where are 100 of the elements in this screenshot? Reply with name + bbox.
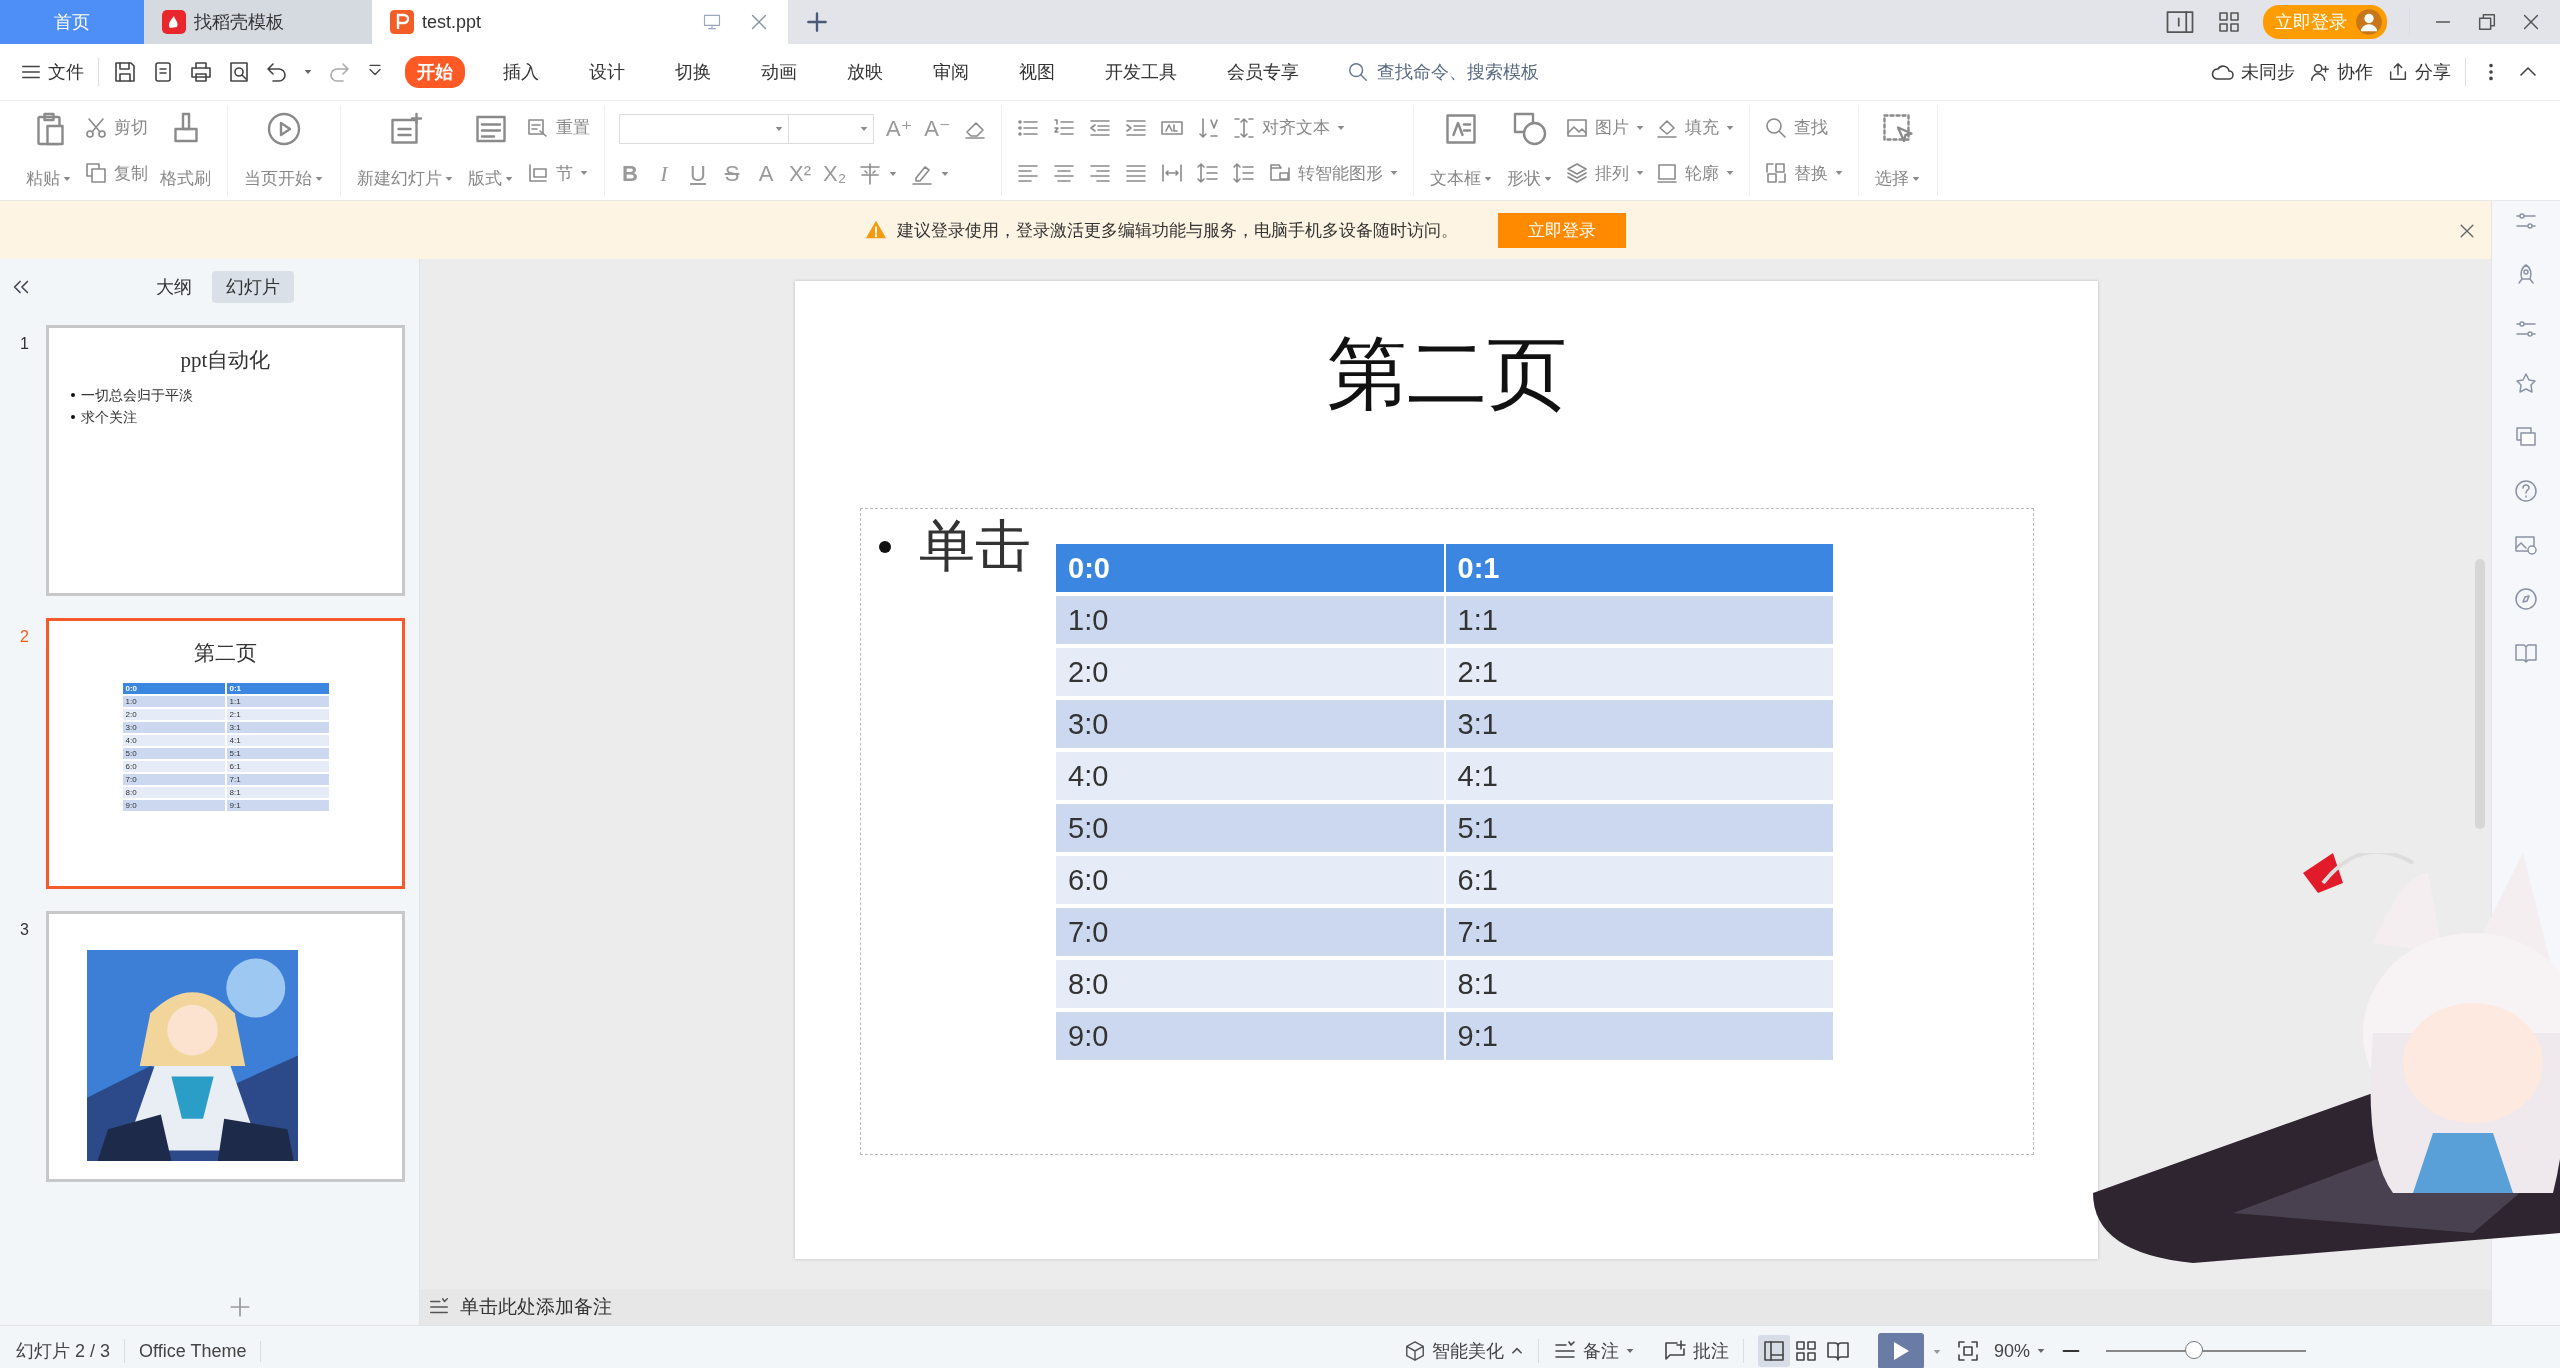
image-gear-icon[interactable] xyxy=(2514,533,2538,557)
slides-icon[interactable] xyxy=(2514,425,2538,449)
fit-screen-icon[interactable] xyxy=(1955,1339,1980,1363)
ribbon-tab[interactable]: 会员专享 xyxy=(1215,56,1311,88)
save-icon[interactable] xyxy=(113,60,137,84)
notes-placeholder: 单击此处添加备注 xyxy=(460,1295,612,1319)
slide-number: 3 xyxy=(20,920,30,939)
outline-button[interactable]: 轮廓 xyxy=(1654,161,1735,186)
reset-button[interactable]: 重置 xyxy=(526,115,590,140)
share-button[interactable]: 分享 xyxy=(2387,60,2451,84)
layout-button[interactable]: 版式 xyxy=(466,105,516,196)
theme-name: Office Theme xyxy=(125,1340,262,1362)
help-icon[interactable] xyxy=(2514,479,2538,503)
ribbon-tab[interactable]: 开始 xyxy=(405,56,465,88)
superscript-button[interactable]: X² xyxy=(789,161,811,188)
align-text-button[interactable]: 对齐文本 xyxy=(1231,115,1346,140)
notes-bar[interactable]: 单击此处添加备注 xyxy=(420,1289,2491,1325)
window-restore-icon[interactable] xyxy=(2476,11,2498,33)
command-search-field[interactable]: 查找命令、搜索模板 xyxy=(1347,60,1579,84)
plus-icon[interactable] xyxy=(804,9,830,35)
search-icon xyxy=(1763,115,1788,140)
comments-button[interactable]: 批注 xyxy=(1648,1339,1744,1363)
section-button[interactable]: 节 xyxy=(526,161,590,186)
sync-button[interactable]: 未同步 xyxy=(2211,60,2295,84)
grid-view-icon xyxy=(1793,1339,1818,1363)
thumbnail-table-cell: 2:0 xyxy=(122,709,225,720)
document-tab[interactable]: 首页 xyxy=(0,0,144,44)
paste-button[interactable]: 粘贴 xyxy=(24,105,74,196)
zoom-level[interactable]: 90% xyxy=(1979,1340,2060,1362)
file-menu[interactable]: 文件 xyxy=(20,60,84,84)
bold-button[interactable]: B xyxy=(619,161,641,188)
underline-button[interactable]: U xyxy=(687,161,709,188)
find-button[interactable]: 查找 xyxy=(1763,115,1844,140)
ribbon-tab[interactable]: 切换 xyxy=(663,56,723,88)
text-box-button[interactable]: 文本框 xyxy=(1427,105,1495,196)
document-tab[interactable]: 找稻壳模板 xyxy=(144,0,372,44)
panel-tab[interactable]: 大纲 xyxy=(142,271,206,303)
line-spacing-icon xyxy=(1195,161,1220,186)
login-button[interactable]: 立即登录 xyxy=(1498,212,1626,248)
print-icon[interactable] xyxy=(189,60,213,84)
thumbnail-table-cell: 8:1 xyxy=(226,787,329,798)
shrink-font-button[interactable]: A⁻ xyxy=(924,115,951,142)
ribbon-tab[interactable]: 视图 xyxy=(1007,56,1067,88)
phonetic-button[interactable] xyxy=(858,162,899,187)
beautify-button[interactable]: 智能美化 xyxy=(1389,1339,1539,1363)
new-slide-button[interactable]: 新建幻灯片 xyxy=(355,105,456,196)
undo-icon[interactable] xyxy=(265,60,289,84)
preview-icon[interactable] xyxy=(227,60,251,84)
thumbnail-bullet: 一切总会归于平淡 xyxy=(81,386,193,405)
normal-view-icon xyxy=(1761,1339,1786,1363)
play-button[interactable] xyxy=(1877,1333,1924,1368)
select-button[interactable]: 选择 xyxy=(1872,105,1923,196)
line-spacing-button[interactable] xyxy=(1231,161,1256,186)
line-spacing-button[interactable] xyxy=(1195,161,1220,186)
star-icon[interactable] xyxy=(2514,371,2538,395)
font-color-button[interactable]: A xyxy=(755,161,777,188)
smart-graphic-button[interactable]: 转智能图形 xyxy=(1267,161,1399,186)
strikethrough-button[interactable]: S xyxy=(721,161,743,188)
arrange-button[interactable]: 排列 xyxy=(1564,161,1645,186)
slide-thumbnail[interactable]: 第二页 0:0 0:1 1:0 1:1 2:0 2:1 3:0 3:1 4:0 4:1 5:0 5:1 6:0 6:1 7:0 7:1 8:0 8:1 9:0 9:1 xyxy=(46,618,405,889)
format-painter-button[interactable]: 格式刷 xyxy=(158,105,213,196)
presentation-file-icon xyxy=(390,10,414,34)
shapes-icon xyxy=(1511,111,1548,147)
slide-thumbnail[interactable]: ppt自动化 一切总会归于平淡 求个关注 xyxy=(46,325,405,596)
comment-plus-icon xyxy=(1662,1339,1687,1363)
picture-tool-button[interactable]: 图片 xyxy=(1564,115,1645,140)
subscript-button[interactable]: X₂ xyxy=(823,161,847,188)
fill-button[interactable]: 填充 xyxy=(1654,115,1735,140)
italic-button[interactable]: I xyxy=(653,161,675,188)
slide-title: 第二页 xyxy=(1325,329,1568,420)
replace-button[interactable]: 替换 xyxy=(1763,161,1844,186)
ribbon-tab[interactable]: 设计 xyxy=(577,56,637,88)
grow-font-button[interactable]: A⁺ xyxy=(886,115,913,142)
cut-button[interactable]: 剪切 xyxy=(84,115,148,140)
document-tab[interactable]: test.ppt xyxy=(372,0,788,44)
ribbon-tab[interactable]: 审阅 xyxy=(921,56,981,88)
thumbnail-table-cell: 5:1 xyxy=(226,748,329,759)
reader-icon[interactable] xyxy=(2514,641,2538,665)
zoom-slider-thumb[interactable] xyxy=(2185,1341,2203,1359)
notice-message: 建议登录使用，登录激活更多编辑功能与服务，电脑手机多设备随时访问。 xyxy=(897,219,1458,242)
grid-view-icon[interactable] xyxy=(2217,10,2241,34)
redo-icon[interactable] xyxy=(327,60,351,84)
shape-button[interactable]: 形状 xyxy=(1504,105,1555,196)
notes-button[interactable]: 备注 xyxy=(1538,1339,1649,1363)
login-button[interactable]: 立即登录 xyxy=(2263,5,2387,39)
ribbon-tab[interactable]: 放映 xyxy=(835,56,895,88)
ribbon-tab[interactable]: 动画 xyxy=(749,56,809,88)
copy-button[interactable]: 复制 xyxy=(84,161,148,186)
monitor-icon[interactable] xyxy=(702,12,722,32)
collaborate-button[interactable]: 协作 xyxy=(2309,60,2373,84)
ribbon-tab[interactable]: 开发工具 xyxy=(1093,56,1189,88)
panel-tab[interactable]: 幻灯片 xyxy=(212,271,294,303)
compass-icon[interactable] xyxy=(2514,587,2538,611)
ribbon-tab[interactable]: 插入 xyxy=(491,56,551,88)
normal-view-button[interactable] xyxy=(1757,1335,1790,1367)
user-icon xyxy=(2355,8,2383,36)
bullet-dot xyxy=(71,393,75,397)
copy-icon xyxy=(84,161,108,186)
start-show-button[interactable]: 当页开始 xyxy=(242,105,326,196)
slide-thumbnail[interactable] xyxy=(46,911,405,1182)
